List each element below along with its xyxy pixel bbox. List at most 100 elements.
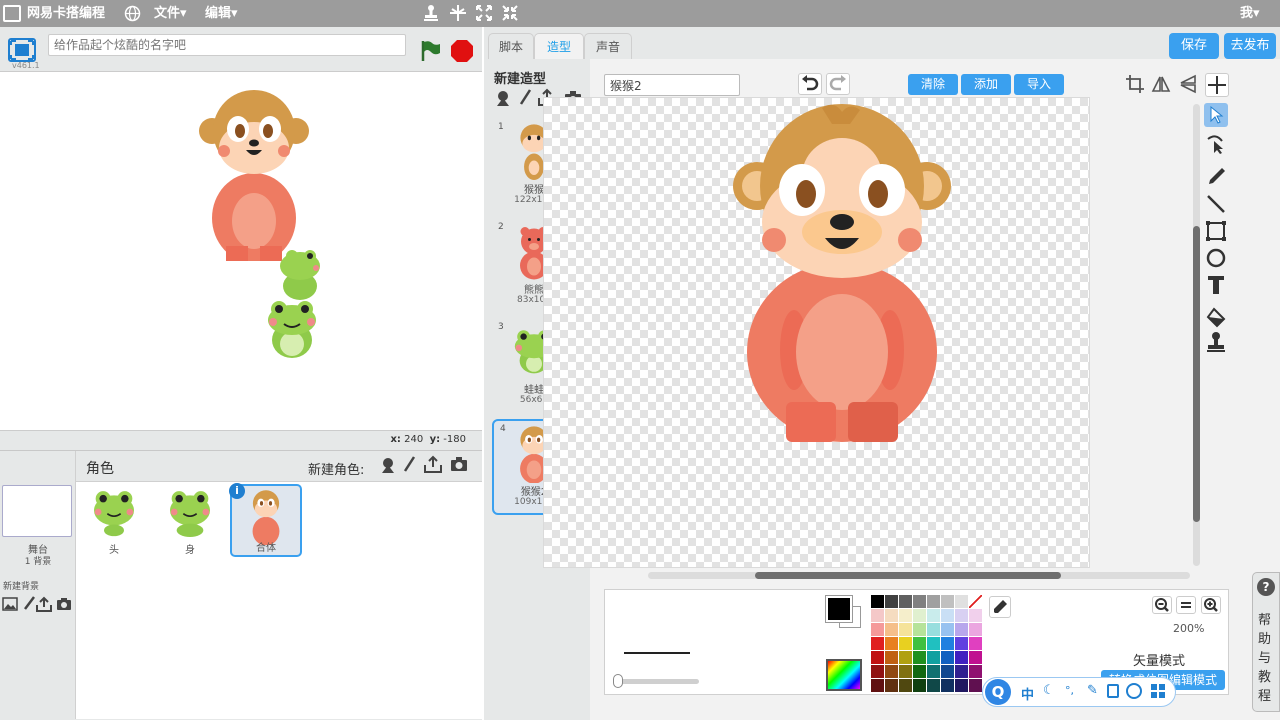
color-swatch[interactable] — [871, 609, 884, 622]
color-swatch[interactable] — [955, 679, 968, 692]
color-swatch[interactable] — [885, 679, 898, 692]
stamp-icon[interactable] — [422, 4, 440, 22]
stage-thumbnail[interactable] — [2, 485, 72, 537]
color-swatch[interactable] — [927, 637, 940, 650]
color-swatch[interactable] — [955, 623, 968, 636]
color-swatch[interactable] — [969, 651, 982, 664]
crop-icon[interactable] — [1124, 73, 1146, 95]
vertical-scrollbar-thumb[interactable] — [1193, 226, 1200, 522]
info-icon[interactable]: i — [229, 483, 245, 499]
color-swatch[interactable] — [913, 609, 926, 622]
color-swatch[interactable] — [913, 651, 926, 664]
reshape-tool-icon[interactable] — [1204, 131, 1228, 155]
color-swatch[interactable] — [885, 665, 898, 678]
color-swatch[interactable] — [927, 665, 940, 678]
clear-button[interactable]: 清除 — [908, 74, 958, 95]
redo-icon[interactable] — [826, 73, 850, 95]
color-swatch[interactable] — [927, 679, 940, 692]
stage-canvas[interactable] — [0, 71, 482, 431]
tab-scripts[interactable]: 脚本 — [488, 33, 534, 60]
color-swatch[interactable] — [885, 595, 898, 608]
monkey-costume-drawing[interactable] — [732, 102, 952, 442]
ime-logo-icon[interactable]: Q — [985, 679, 1011, 705]
color-swatch[interactable] — [941, 623, 954, 636]
green-flag-icon[interactable] — [418, 39, 442, 63]
image-icon[interactable] — [2, 597, 18, 611]
clipboard-icon[interactable] — [1107, 684, 1119, 698]
save-button[interactable]: 保存 — [1169, 33, 1219, 59]
color-swatch[interactable] — [871, 665, 884, 678]
ime-punctuation[interactable]: °, — [1065, 684, 1074, 697]
paint-brush-icon[interactable] — [22, 596, 36, 612]
fill-bucket-icon[interactable] — [1204, 306, 1228, 330]
color-swatch[interactable] — [913, 637, 926, 650]
import-button[interactable]: 导入 — [1014, 74, 1064, 95]
color-swatch[interactable] — [941, 651, 954, 664]
color-swatch[interactable] — [927, 651, 940, 664]
shrink-icon[interactable] — [501, 4, 519, 22]
flip-horizontal-icon[interactable] — [1150, 73, 1172, 95]
line-tool-icon[interactable] — [1204, 192, 1228, 216]
publish-button[interactable]: 去发布 — [1224, 33, 1276, 59]
primary-color-swatch[interactable] — [826, 596, 852, 622]
zoom-reset-icon[interactable] — [1176, 596, 1196, 614]
color-swatch[interactable] — [871, 637, 884, 650]
color-swatch[interactable] — [913, 623, 926, 636]
text-tool-icon[interactable] — [1204, 273, 1228, 297]
stop-icon[interactable] — [450, 39, 474, 63]
stamp-tool-icon[interactable] — [1204, 330, 1228, 354]
upload-icon[interactable] — [36, 596, 52, 612]
color-swatch[interactable] — [941, 595, 954, 608]
color-swatch[interactable] — [885, 651, 898, 664]
set-center-icon[interactable] — [1205, 73, 1229, 97]
frog-back-sprite[interactable] — [276, 228, 324, 300]
help-tab[interactable]: ? 帮助与教程 — [1252, 572, 1280, 712]
color-swatch[interactable] — [941, 609, 954, 622]
color-swatch[interactable] — [969, 679, 982, 692]
undo-icon[interactable] — [798, 73, 822, 95]
project-title-input[interactable] — [48, 34, 406, 56]
paint-costume-icon[interactable] — [518, 89, 532, 107]
edit-menu[interactable]: 编辑▾ — [205, 0, 238, 27]
ellipse-tool-icon[interactable] — [1204, 246, 1228, 270]
color-swatch[interactable] — [955, 595, 968, 608]
stroke-width-slider[interactable] — [615, 679, 699, 684]
sprite-thumbnail[interactable]: 身 — [154, 484, 226, 557]
color-swatch[interactable] — [969, 623, 982, 636]
flip-vertical-icon[interactable] — [1177, 73, 1199, 95]
costume-library-icon[interactable] — [494, 89, 512, 107]
color-swatch[interactable] — [899, 637, 912, 650]
color-swatch[interactable] — [871, 623, 884, 636]
color-swatch[interactable] — [969, 637, 982, 650]
color-swatch[interactable] — [885, 623, 898, 636]
brand-name[interactable]: 网易卡搭编程 — [27, 0, 105, 27]
paint-canvas[interactable] — [543, 97, 1090, 568]
tab-sounds[interactable]: 声音 — [584, 33, 632, 60]
color-swatch[interactable] — [913, 665, 926, 678]
color-swatch[interactable] — [871, 595, 884, 608]
sprite-thumbnail[interactable]: 头 — [78, 484, 150, 557]
color-swatch[interactable] — [871, 679, 884, 692]
user-menu[interactable]: 我▾ — [1240, 0, 1260, 27]
camera-sprite-icon[interactable] — [450, 456, 468, 472]
color-swatch[interactable] — [899, 595, 912, 608]
rectangle-tool-icon[interactable] — [1204, 219, 1228, 243]
color-swatch[interactable] — [927, 595, 940, 608]
paint-new-sprite-icon[interactable] — [402, 456, 416, 474]
ime-language[interactable]: 中 — [1021, 684, 1034, 703]
fullscreen-icon[interactable] — [8, 38, 36, 62]
grid-menu-icon[interactable] — [1151, 684, 1165, 698]
logo-icon[interactable] — [3, 5, 21, 22]
color-swatch[interactable] — [941, 679, 954, 692]
globe-icon[interactable] — [124, 5, 142, 23]
sprite-library-icon[interactable] — [379, 456, 397, 474]
color-swatch[interactable] — [969, 609, 982, 622]
grow-icon[interactable] — [475, 4, 493, 22]
color-swatch[interactable] — [913, 595, 926, 608]
stroke-width-handle[interactable] — [613, 674, 623, 688]
wrench-icon[interactable]: ✎ — [1087, 683, 1098, 698]
horizontal-scrollbar-thumb[interactable] — [755, 572, 1061, 579]
camera-icon[interactable] — [56, 597, 72, 611]
color-swatch[interactable] — [899, 651, 912, 664]
color-swatch[interactable] — [913, 679, 926, 692]
